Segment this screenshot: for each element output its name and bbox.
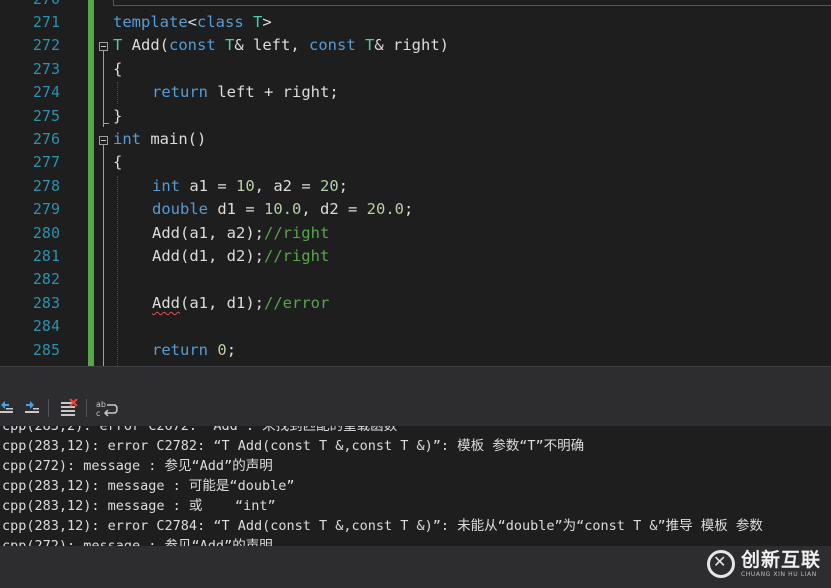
output-line: cpp(272): message : 参见“Add”的声明 bbox=[2, 538, 273, 546]
error-squiggle: Add bbox=[152, 293, 180, 312]
line-number: 271 bbox=[32, 13, 60, 31]
output-line: cpp(283,12): message : 可能是“double” bbox=[2, 478, 295, 494]
line-number: 278 bbox=[32, 176, 60, 195]
panel-splitter[interactable] bbox=[0, 366, 831, 388]
code-text: int main() bbox=[113, 130, 207, 148]
prev-message-icon[interactable] bbox=[0, 399, 14, 417]
code-text: Add(d1, d2);//right bbox=[152, 247, 330, 265]
toolbar-separator bbox=[48, 399, 49, 417]
code-text: { bbox=[113, 59, 123, 78]
svg-text:c: c bbox=[96, 409, 100, 417]
clear-all-icon[interactable] bbox=[60, 398, 78, 417]
code-line: 270 bbox=[0, 0, 831, 11]
word-wrap-icon[interactable]: ab c bbox=[96, 399, 118, 418]
code-text: template<class T> bbox=[113, 13, 272, 31]
line-number: 277 bbox=[32, 153, 60, 172]
code-text: { bbox=[113, 153, 123, 172]
code-line: 273 { bbox=[0, 58, 831, 81]
code-line: 282 bbox=[0, 268, 831, 291]
code-line: 272 T Add(const T& left, const T& right) bbox=[0, 34, 831, 57]
line-number: 281 bbox=[32, 247, 60, 265]
output-line: cpp(283,12): error C2782: “T Add(const T… bbox=[2, 438, 585, 454]
line-number: 272 bbox=[32, 36, 60, 55]
code-text: Add(a1, a2);//right bbox=[152, 223, 330, 242]
code-line: 279 double d1 = 10.0, d2 = 20.0; bbox=[0, 198, 831, 221]
svg-text:ab: ab bbox=[96, 400, 106, 409]
line-number: 270 bbox=[0, 0, 60, 11]
code-line: 281 Add(d1, d2);//right bbox=[0, 245, 831, 268]
line-number: 279 bbox=[32, 200, 60, 219]
toolbar-separator bbox=[86, 399, 87, 417]
output-line: cpp(283,12): error C2784: “T Add(const T… bbox=[2, 518, 763, 534]
line-number: 282 bbox=[32, 270, 60, 289]
line-number: 284 bbox=[32, 317, 60, 336]
code-line: 277 { bbox=[0, 151, 831, 174]
line-number: 273 bbox=[32, 59, 60, 78]
line-number: 283 bbox=[32, 293, 60, 312]
watermark-sub: CHUANG XIN HU LIAN bbox=[740, 571, 817, 578]
code-line: 285 return 0; bbox=[0, 339, 831, 362]
line-number: 285 bbox=[32, 340, 60, 359]
next-message-icon[interactable] bbox=[24, 399, 40, 417]
logo-icon bbox=[706, 550, 735, 578]
watermark: 创新互联 CHUANG XIN HU LIAN bbox=[706, 544, 821, 584]
output-line: cpp(283,12): message : 或 “int” bbox=[2, 498, 276, 514]
code-line: 271 template<class T> bbox=[0, 11, 831, 34]
code-editor[interactable]: 270 271 template<class T> 272 T Add(cons… bbox=[0, 0, 831, 366]
code-line: 278 int a1 = 10, a2 = 20; bbox=[0, 175, 831, 198]
code-text: return left + right; bbox=[152, 83, 339, 102]
line-number: 280 bbox=[32, 223, 60, 242]
code-text: double d1 = 10.0, d2 = 20.0; bbox=[152, 200, 414, 219]
code-text: Add(a1, d1);//error bbox=[152, 293, 330, 312]
output-line: cpp(283,2): error C2672: “Add”: 未找到匹配的重载… bbox=[2, 426, 398, 434]
watermark-main: 创新互联 bbox=[740, 549, 821, 571]
code-text: } bbox=[113, 106, 123, 125]
line-number: 274 bbox=[32, 83, 60, 102]
code-line: 274 return left + right; bbox=[0, 81, 831, 104]
code-text: T Add(const T& left, const T& right) bbox=[113, 36, 450, 55]
code-text: int a1 = 10, a2 = 20; bbox=[152, 176, 349, 195]
output-panel[interactable]: cpp(283,2): error C2672: “Add”: 未找到匹配的重载… bbox=[0, 426, 831, 546]
code-line: 284 bbox=[0, 315, 831, 338]
code-line: 275 } bbox=[0, 105, 831, 128]
line-number: 276 bbox=[32, 130, 60, 148]
code-line: 283 Add(a1, d1);//error bbox=[0, 292, 831, 315]
output-toolbar: ab c bbox=[0, 388, 831, 426]
code-line: 280 Add(a1, a2);//right bbox=[0, 222, 831, 245]
code-line: 276 int main() bbox=[0, 128, 831, 151]
code-text: return 0; bbox=[152, 340, 237, 359]
line-number: 275 bbox=[32, 106, 60, 125]
output-line: cpp(272): message : 参见“Add”的声明 bbox=[2, 458, 273, 474]
watermark-text: 创新互联 CHUANG XIN HU LIAN bbox=[741, 549, 821, 579]
